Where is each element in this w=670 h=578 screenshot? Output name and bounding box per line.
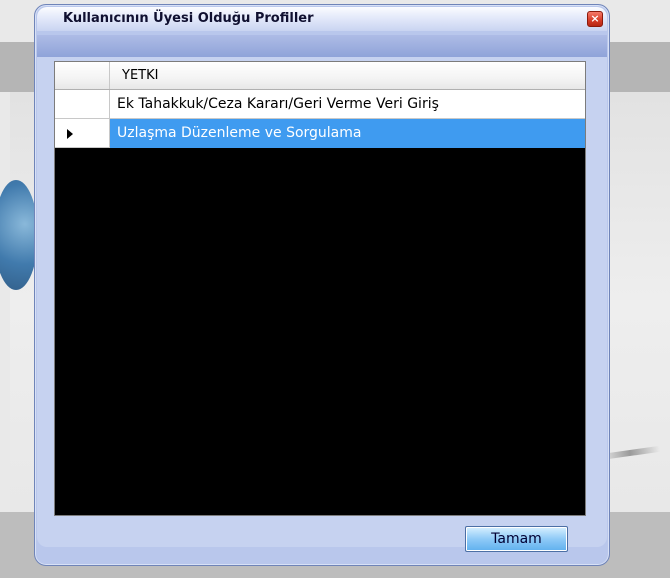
column-header-yetki[interactable]: YETKI xyxy=(122,68,158,83)
profiles-grid[interactable]: YETKI Ek Tahakkuk/Ceza Kararı/Geri Verme… xyxy=(54,61,586,516)
table-cell[interactable]: Ek Tahakkuk/Ceza Kararı/Geri Verme Veri … xyxy=(110,90,585,119)
grid-header-indicator-cell xyxy=(55,62,110,89)
profiles-dialog: Kullanıcının Üyesi Olduğu Profiller × YE… xyxy=(34,4,610,566)
row-indicator[interactable] xyxy=(55,90,110,119)
dialog-subheader xyxy=(37,35,607,57)
table-row-selected[interactable]: Uzlaşma Düzenleme ve Sorgulama xyxy=(55,119,585,148)
table-row[interactable]: Ek Tahakkuk/Ceza Kararı/Geri Verme Veri … xyxy=(55,90,585,119)
dialog-title: Kullanıcının Üyesi Olduğu Profiller xyxy=(63,11,314,26)
row-indicator[interactable] xyxy=(55,119,110,148)
ok-button[interactable]: Tamam xyxy=(465,526,568,552)
grid-header: YETKI xyxy=(55,62,585,90)
close-button[interactable]: × xyxy=(587,11,603,27)
current-row-arrow-icon xyxy=(67,129,73,139)
dialog-titlebar[interactable]: Kullanıcının Üyesi Olduğu Profiller × xyxy=(37,7,607,31)
close-icon: × xyxy=(590,12,600,25)
table-cell[interactable]: Uzlaşma Düzenleme ve Sorgulama xyxy=(110,119,585,148)
